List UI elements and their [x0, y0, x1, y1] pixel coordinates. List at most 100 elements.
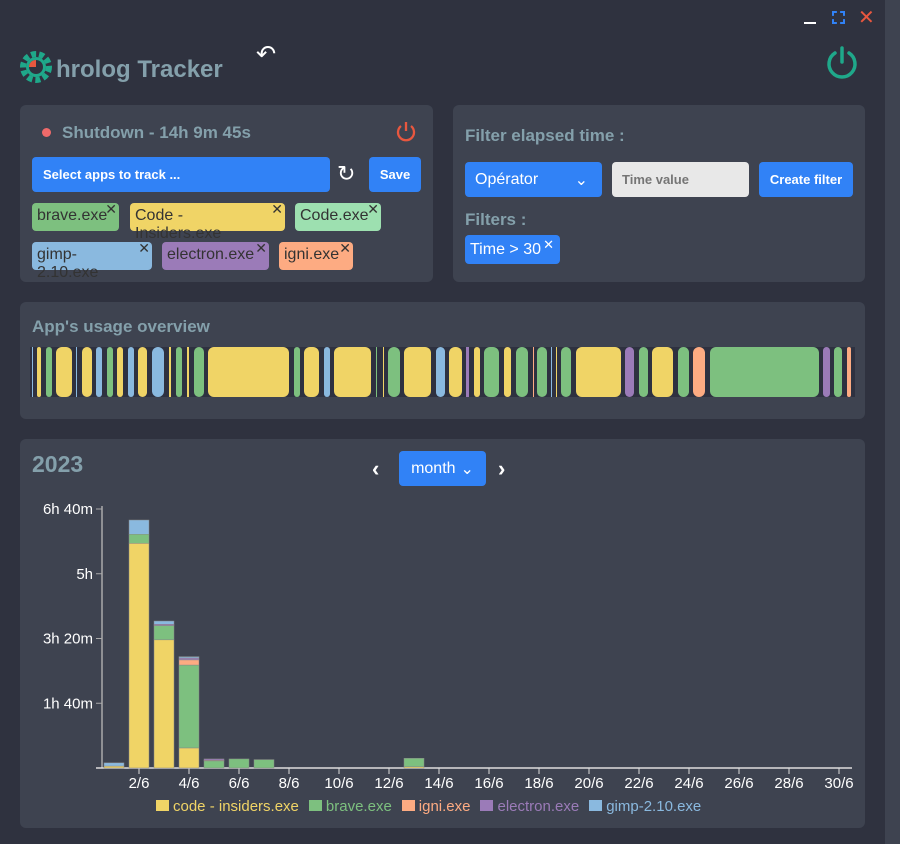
bar-segment[interactable] [128, 543, 150, 769]
timeline-segment[interactable] [625, 347, 634, 397]
timeline-segment[interactable] [847, 347, 851, 397]
create-filter-button[interactable]: Create filter [759, 162, 853, 197]
legend-item[interactable]: brave.exe [308, 798, 392, 815]
bar-segment[interactable] [103, 765, 125, 769]
bar-segment[interactable] [153, 639, 175, 769]
app-title: hrolog Tracker [56, 56, 223, 83]
bar-segment[interactable] [128, 534, 150, 544]
bar-segment[interactable] [128, 519, 150, 535]
legend-item[interactable]: igni.exe [401, 798, 470, 815]
bar-segment[interactable] [178, 659, 200, 666]
prev-period-button[interactable]: ‹ [372, 456, 379, 482]
bar-segment[interactable] [178, 664, 200, 749]
timeline-segment[interactable] [436, 347, 445, 397]
filter-chip[interactable]: Time > 30 ✕ [465, 235, 560, 264]
app-tag-label: gimp-2.10.exe [37, 246, 99, 281]
bar-segment[interactable] [178, 656, 200, 659]
timeline-segment[interactable] [516, 347, 528, 397]
timeline-segment[interactable] [404, 347, 431, 397]
remove-app-icon[interactable]: ✕ [271, 201, 283, 218]
select-apps-dropdown[interactable]: Select apps to track ... [32, 157, 330, 192]
legend-label: brave.exe [325, 798, 392, 815]
timeline-segment[interactable] [82, 347, 92, 397]
timeline-segment[interactable] [484, 347, 499, 397]
timeline-segment[interactable] [504, 347, 511, 397]
bar-segment[interactable] [103, 762, 125, 767]
remove-filter-icon[interactable]: ✕ [543, 237, 554, 253]
timeline-segment[interactable] [138, 347, 147, 397]
timeline-segment[interactable] [834, 347, 842, 397]
timeline-segment[interactable] [169, 347, 171, 397]
bar-segment[interactable] [153, 620, 175, 625]
timeline-segment[interactable] [37, 347, 41, 397]
remove-app-icon[interactable]: ✕ [138, 240, 150, 257]
timeline-segment[interactable] [294, 347, 300, 397]
timeline-segment[interactable] [117, 347, 123, 397]
save-button[interactable]: Save [369, 157, 421, 192]
timeline-segment[interactable] [46, 347, 52, 397]
timeline-segment[interactable] [576, 347, 621, 397]
timeline-segment[interactable] [376, 347, 377, 397]
timeline-segment[interactable] [388, 347, 400, 397]
period-select[interactable]: month ⌄ [399, 451, 486, 486]
timeline-segment[interactable] [639, 347, 648, 397]
legend-item[interactable]: code - insiders.exe [156, 798, 299, 815]
bar-segment[interactable] [203, 758, 225, 761]
app-tag: gimp-2.10.exe ✕ [32, 240, 152, 281]
timeline-segment[interactable] [56, 347, 72, 397]
timeline-segment[interactable] [383, 347, 384, 397]
timeline-segment[interactable] [187, 347, 189, 397]
bar-segment[interactable] [203, 760, 225, 769]
legend-item[interactable]: gimp-2.10.exe [589, 798, 701, 815]
timeline-segment[interactable] [533, 347, 534, 397]
scrollbar[interactable] [885, 0, 900, 844]
bar-segment[interactable] [228, 758, 250, 769]
timeline-segment[interactable] [693, 347, 705, 397]
timeline-segment[interactable] [107, 347, 113, 397]
timeline-segment[interactable] [556, 347, 557, 397]
timeline-segment[interactable] [324, 347, 330, 397]
timeline-segment[interactable] [128, 347, 134, 397]
bar-segment[interactable] [403, 758, 425, 767]
timeline-segment[interactable] [208, 347, 289, 397]
remove-app-icon[interactable]: ✕ [339, 240, 351, 257]
timeline-segment[interactable] [678, 347, 689, 397]
remove-app-icon[interactable]: ✕ [367, 201, 379, 218]
operator-select[interactable]: Opérator ⌄ [465, 162, 602, 197]
timeline-segment[interactable] [194, 347, 204, 397]
bar-segment[interactable] [178, 657, 200, 661]
timeline-segment[interactable] [176, 347, 182, 397]
timeline-segment[interactable] [32, 347, 33, 397]
remove-app-icon[interactable]: ✕ [255, 240, 267, 257]
next-period-button[interactable]: › [498, 456, 505, 482]
y-tick-label: 1h 40m [43, 695, 93, 712]
timeline-segment[interactable] [561, 347, 571, 397]
bar-segment[interactable] [178, 747, 200, 769]
timeline-segment[interactable] [76, 347, 77, 397]
timeline-segment[interactable] [449, 347, 462, 397]
timeline-segment[interactable] [334, 347, 371, 397]
bar-segment[interactable] [253, 759, 275, 769]
timeline-segment[interactable] [466, 347, 469, 397]
legend-item[interactable]: electron.exe [480, 798, 579, 815]
close-button[interactable]: ✕ [858, 5, 875, 30]
timeline-segment[interactable] [474, 347, 480, 397]
bar-segment[interactable] [153, 625, 175, 641]
timeline-segment[interactable] [152, 347, 164, 397]
time-value-input[interactable] [612, 162, 749, 197]
undo-icon[interactable]: ↶ [256, 40, 276, 69]
shutdown-icon[interactable] [394, 120, 418, 144]
timeline-segment[interactable] [304, 347, 319, 397]
power-button[interactable] [824, 45, 860, 81]
remove-app-icon[interactable]: ✕ [105, 201, 117, 218]
timeline-segment[interactable] [96, 347, 102, 397]
timeline-segment[interactable] [710, 347, 819, 397]
maximize-button[interactable] [832, 11, 845, 24]
timeline-segment[interactable] [537, 347, 547, 397]
timeline-segment[interactable] [551, 347, 552, 397]
refresh-icon[interactable]: ↻ [337, 161, 355, 187]
timeline-segment[interactable] [823, 347, 830, 397]
timeline-segment[interactable] [652, 347, 673, 397]
minimize-button[interactable] [804, 22, 816, 24]
legend-label: gimp-2.10.exe [606, 798, 702, 815]
